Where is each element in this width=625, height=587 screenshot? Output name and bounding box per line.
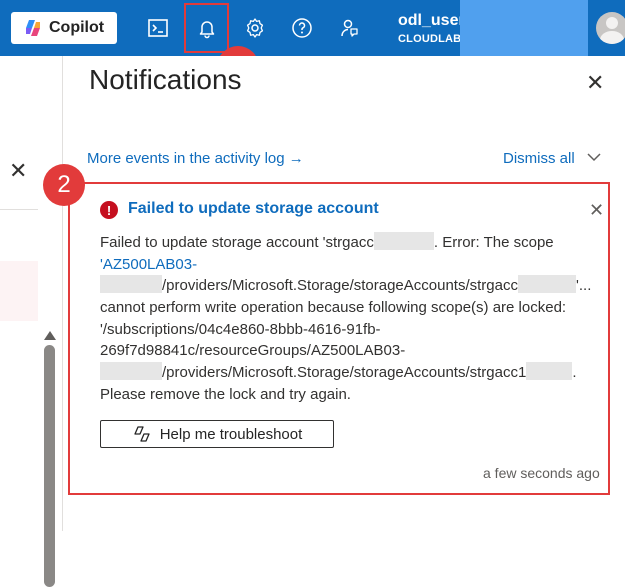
copilot-logo-icon <box>26 20 40 36</box>
close-icon[interactable]: ✕ <box>586 70 604 96</box>
message-text: '/subscriptions/04c4e860-8bbb-4616-91fb- <box>100 320 381 338</box>
help-me-troubleshoot-button[interactable]: Help me troubleshoot <box>100 420 334 448</box>
cloud-shell-button[interactable] <box>141 10 175 46</box>
scrollbar[interactable] <box>42 331 57 587</box>
notification-title[interactable]: Failed to update storage account <box>128 200 379 218</box>
notifications-highlight-box <box>184 3 229 53</box>
redacted-text <box>526 362 573 381</box>
notification-item: ! Failed to update storage account ✕ Fai… <box>68 182 610 495</box>
redacted-text <box>100 275 162 294</box>
feedback-icon <box>341 19 358 37</box>
copilot-button[interactable]: Copilot <box>11 12 117 44</box>
notification-timestamp: a few seconds ago <box>483 465 600 481</box>
message-text: '... <box>576 277 592 295</box>
divider <box>0 209 38 210</box>
help-icon <box>292 18 312 38</box>
help-button-label: Help me troubleshoot <box>159 425 303 443</box>
panel-title: Notifications <box>89 64 242 95</box>
redacted-text <box>373 232 434 250</box>
callout-badge-2: 2 <box>43 164 85 206</box>
scroll-up-arrow-icon[interactable] <box>44 331 56 340</box>
top-bar: Copilot odl_user CLOUDLAB <box>0 0 625 56</box>
close-icon[interactable]: ✕ <box>9 160 27 182</box>
activity-log-link[interactable]: More events in the activity log → <box>87 150 304 167</box>
message-text: cannot perform write operation because f… <box>100 299 567 317</box>
scroll-thumb[interactable] <box>44 345 55 587</box>
error-row-background <box>0 261 38 321</box>
help-button[interactable] <box>285 10 319 46</box>
settings-button[interactable] <box>238 10 272 46</box>
notification-message: Failed to update storage account 'strgac… <box>100 232 610 406</box>
message-text: Please remove the lock and try again. <box>100 385 351 403</box>
message-text: . Error: The scope <box>433 234 554 251</box>
copilot-label: Copilot <box>49 19 105 36</box>
copilot-icon <box>134 426 150 442</box>
user-name: odl_user <box>398 12 465 29</box>
redacted-text <box>100 362 162 381</box>
avatar[interactable] <box>596 12 625 44</box>
error-icon: ! <box>100 201 118 219</box>
feedback-button[interactable] <box>332 10 366 46</box>
dismiss-all-button[interactable]: Dismiss all <box>503 150 575 167</box>
notifications-panel: Notifications ✕ More events in the activ… <box>63 56 625 531</box>
message-text: /providers/Microsoft.Storage/storageAcco… <box>162 277 518 295</box>
resource-group-link[interactable]: 'AZ500LAB03- <box>100 256 197 273</box>
background-blade: ✕ <box>0 56 63 587</box>
close-icon[interactable]: ✕ <box>589 200 604 221</box>
message-text: Failed to update storage account 'strgac… <box>100 234 374 251</box>
gear-icon <box>246 18 264 38</box>
user-directory: CLOUDLAB <box>398 33 462 45</box>
message-text: . <box>572 364 577 382</box>
redacted-area <box>460 0 588 56</box>
redacted-text <box>518 275 576 294</box>
message-text: 269f7d98841c/resourceGroups/AZ500LAB03- <box>100 342 406 360</box>
chevron-down-icon[interactable] <box>586 149 602 169</box>
message-text: /providers/Microsoft.Storage/storageAcco… <box>162 364 527 382</box>
cloud-shell-icon <box>148 19 168 37</box>
